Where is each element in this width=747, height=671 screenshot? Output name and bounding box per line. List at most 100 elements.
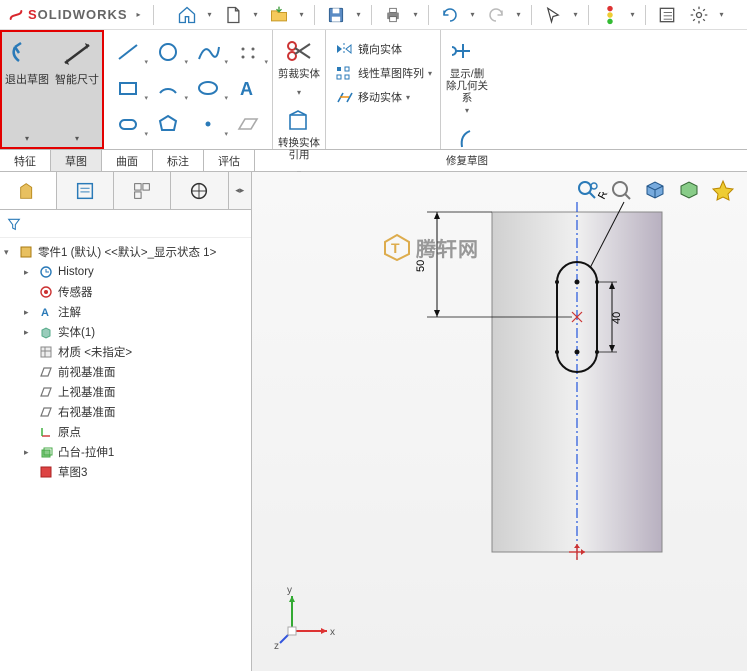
settings-button[interactable] xyxy=(685,2,713,28)
material-icon xyxy=(38,344,54,360)
move-icon xyxy=(334,88,354,106)
dim-50: 50 xyxy=(415,260,427,272)
pattern-icon xyxy=(334,64,354,82)
solid-icon xyxy=(38,324,54,340)
new-dropdown[interactable]: ▾ xyxy=(251,2,261,28)
tab-sketch[interactable]: 草图 xyxy=(51,150,102,171)
tree-material[interactable]: 材质 <未指定> xyxy=(4,342,247,362)
separator xyxy=(645,5,646,25)
point-tool[interactable]: ▾ xyxy=(190,108,226,140)
redo-dropdown[interactable]: ▾ xyxy=(514,2,524,28)
separator xyxy=(314,5,315,25)
dim-r: R10 xyxy=(596,192,616,201)
options-button[interactable] xyxy=(653,2,681,28)
mirror-icon xyxy=(334,40,354,58)
tab-features[interactable]: 特征 xyxy=(0,150,51,171)
annotation-icon: A xyxy=(38,304,54,320)
text-tool[interactable]: A xyxy=(230,72,266,104)
svg-text:x: x xyxy=(330,627,335,638)
separator xyxy=(588,5,589,25)
relations-icon xyxy=(449,36,485,66)
save-button[interactable] xyxy=(322,2,350,28)
arc-tool[interactable]: ▾ xyxy=(150,72,186,104)
move-label: 移动实体 xyxy=(358,89,402,105)
sensor-icon xyxy=(38,284,54,300)
undo-button[interactable] xyxy=(436,2,464,28)
view-triad: x y z xyxy=(272,581,342,651)
graphics-area[interactable]: T 腾轩网 xyxy=(252,172,747,671)
rebuild-button[interactable] xyxy=(596,2,624,28)
rebuild-dropdown[interactable]: ▾ xyxy=(628,2,638,28)
origin-icon xyxy=(38,424,54,440)
select-button[interactable] xyxy=(539,2,567,28)
move-button[interactable]: 移动实体 ▾ xyxy=(334,88,432,106)
svg-text:A: A xyxy=(240,79,253,99)
tab-evaluate[interactable]: 评估 xyxy=(204,150,255,171)
ellipse-tool[interactable]: ▾ xyxy=(190,72,226,104)
tab-annotate[interactable]: 标注 xyxy=(153,150,204,171)
tree-history[interactable]: ▸ History xyxy=(4,262,247,282)
appearance-button[interactable] xyxy=(709,176,737,204)
tab-surface[interactable]: 曲面 xyxy=(102,150,153,171)
circle-tool[interactable]: ▾ xyxy=(150,36,186,68)
tree-extrude[interactable]: ▸ 凸台-拉伸1 xyxy=(4,442,247,462)
line-tool[interactable]: ▾ xyxy=(110,36,146,68)
panel-tab-dimxpert[interactable] xyxy=(171,172,228,209)
rectangle-tool[interactable]: ▾ xyxy=(110,72,146,104)
mirror-label: 镜向实体 xyxy=(358,41,402,57)
polygon-tool[interactable] xyxy=(150,108,186,140)
new-button[interactable] xyxy=(219,2,247,28)
pattern-button[interactable]: 线性草图阵列 ▾ xyxy=(334,64,432,82)
filter-icon[interactable] xyxy=(6,216,22,232)
print-button[interactable] xyxy=(379,2,407,28)
open-dropdown[interactable]: ▾ xyxy=(297,2,307,28)
settings-dropdown[interactable]: ▾ xyxy=(717,2,727,28)
redo-button[interactable] xyxy=(482,2,510,28)
convert-label: 转换实体引用 xyxy=(277,137,321,161)
tree-top-plane[interactable]: 上视基准面 xyxy=(4,382,247,402)
tree-sensors[interactable]: 传感器 xyxy=(4,282,247,302)
fillet-tool[interactable]: ▾ xyxy=(230,36,266,68)
convert-button[interactable]: 转换实体引用 ▾ xyxy=(277,105,321,178)
scissors-icon xyxy=(281,36,317,66)
panel-tab-feature-tree[interactable] xyxy=(0,172,57,209)
panel-tab-config[interactable] xyxy=(114,172,171,209)
tree-front-plane[interactable]: 前视基准面 xyxy=(4,362,247,382)
part-icon xyxy=(18,244,34,260)
tree-annotations[interactable]: ▸ A 注解 xyxy=(4,302,247,322)
save-dropdown[interactable]: ▾ xyxy=(354,2,364,28)
brand-dropdown[interactable]: ▸ xyxy=(134,2,144,28)
tree-right-plane[interactable]: 右视基准面 xyxy=(4,402,247,422)
svg-text:y: y xyxy=(287,585,292,596)
home-button[interactable] xyxy=(173,2,201,28)
plane-icon xyxy=(38,384,54,400)
panel-tab-property[interactable] xyxy=(57,172,114,209)
tree-origin[interactable]: 原点 xyxy=(4,422,247,442)
separator xyxy=(371,5,372,25)
open-button[interactable] xyxy=(265,2,293,28)
panel-tab-more[interactable]: ◂▸ xyxy=(229,172,251,209)
exit-sketch-button[interactable]: 退出草图 ▾ xyxy=(2,32,52,147)
app-logo: SOLIDWORKS xyxy=(8,7,128,23)
plane-tool[interactable] xyxy=(230,108,266,140)
tree-sketch3[interactable]: 草图3 xyxy=(4,462,247,482)
spline-tool[interactable]: ▾ xyxy=(190,36,226,68)
trim-button[interactable]: 剪裁实体 ▾ xyxy=(277,36,321,97)
plane-icon xyxy=(38,364,54,380)
smart-dimension-button[interactable]: 智能尺寸 ▾ xyxy=(52,32,102,147)
mirror-button[interactable]: 镜向实体 xyxy=(334,40,432,58)
slot-tool[interactable]: ▾ xyxy=(110,108,146,140)
repair-button[interactable]: 修复草图 xyxy=(445,123,489,167)
repair-icon xyxy=(449,123,485,153)
undo-dropdown[interactable]: ▾ xyxy=(468,2,478,28)
feature-tree[interactable]: ▾ 零件1 (默认) <<默认>_显示状态 1> ▸ History 传感器 ▸… xyxy=(0,238,251,486)
trim-label: 剪裁实体 xyxy=(278,68,320,80)
separator xyxy=(531,5,532,25)
select-dropdown[interactable]: ▾ xyxy=(571,2,581,28)
svg-text:A: A xyxy=(41,307,49,319)
show-relations-button[interactable]: 显示/删除几何关系 ▾ xyxy=(445,36,489,115)
tree-solid[interactable]: ▸ 实体(1) xyxy=(4,322,247,342)
tree-root[interactable]: ▾ 零件1 (默认) <<默认>_显示状态 1> xyxy=(4,242,247,262)
print-dropdown[interactable]: ▾ xyxy=(411,2,421,28)
home-dropdown[interactable]: ▾ xyxy=(205,2,215,28)
